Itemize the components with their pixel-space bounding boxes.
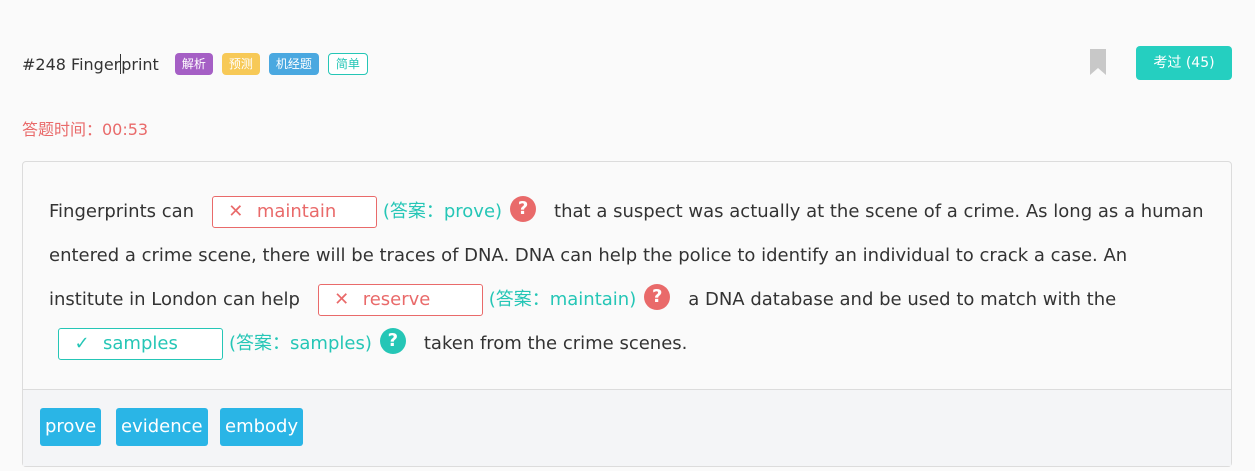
fill-blank-passage: Fingerprints can ✕ maintain (答案：prove)? tha… bbox=[49, 190, 1205, 366]
title-text-part2: print bbox=[121, 55, 159, 74]
help-icon[interactable]: ? bbox=[644, 284, 671, 310]
check-icon: ✓ bbox=[74, 333, 90, 354]
title-text-part1: #248 Finger bbox=[22, 55, 121, 74]
correct-answer: (答案：prove) bbox=[382, 201, 503, 222]
question-card: Fingerprints can ✕ maintain (答案：prove)? tha… bbox=[22, 161, 1232, 467]
options-bar: prove evidence embody bbox=[23, 389, 1231, 466]
answer-timer: 答题时间：00:53 bbox=[22, 120, 149, 139]
tag-exam-question[interactable]: 机经题 bbox=[268, 53, 319, 75]
correct-answer: (答案：maintain) bbox=[488, 289, 637, 310]
blank-answer: samples bbox=[103, 333, 178, 354]
question-title: #248 Fingerprint bbox=[22, 54, 159, 74]
tag-analysis[interactable]: 解析 bbox=[174, 53, 213, 75]
question-header: #248 Fingerprint 解析 预测 机经题 简单 考过 (45) bbox=[22, 46, 1232, 80]
blank-answer: reserve bbox=[362, 289, 431, 310]
option-evidence[interactable]: evidence bbox=[116, 408, 208, 446]
option-embody[interactable]: embody bbox=[220, 408, 304, 446]
option-prove[interactable]: prove bbox=[40, 408, 102, 446]
passage-text: taken from the crime scenes. bbox=[423, 333, 688, 354]
correct-answer: (答案：samples) bbox=[229, 333, 372, 354]
bookmark-icon[interactable] bbox=[1090, 49, 1106, 75]
tag-prediction[interactable]: 预测 bbox=[221, 53, 260, 75]
tag-difficulty: 简单 bbox=[327, 53, 368, 75]
passage-text: a DNA database and be used to match with… bbox=[688, 289, 1117, 310]
help-icon[interactable]: ? bbox=[379, 328, 406, 354]
blank-2[interactable]: ✕ reserve bbox=[317, 284, 483, 316]
blank-1[interactable]: ✕ maintain bbox=[211, 196, 377, 228]
passage-text: Fingerprints can bbox=[49, 201, 195, 222]
blank-answer: maintain bbox=[256, 201, 337, 222]
blank-3[interactable]: ✓ samples bbox=[58, 328, 223, 360]
wrong-icon: ✕ bbox=[334, 289, 350, 310]
wrong-icon: ✕ bbox=[228, 201, 244, 222]
help-icon[interactable]: ? bbox=[510, 196, 537, 222]
passed-button[interactable]: 考过 (45) bbox=[1136, 46, 1232, 80]
